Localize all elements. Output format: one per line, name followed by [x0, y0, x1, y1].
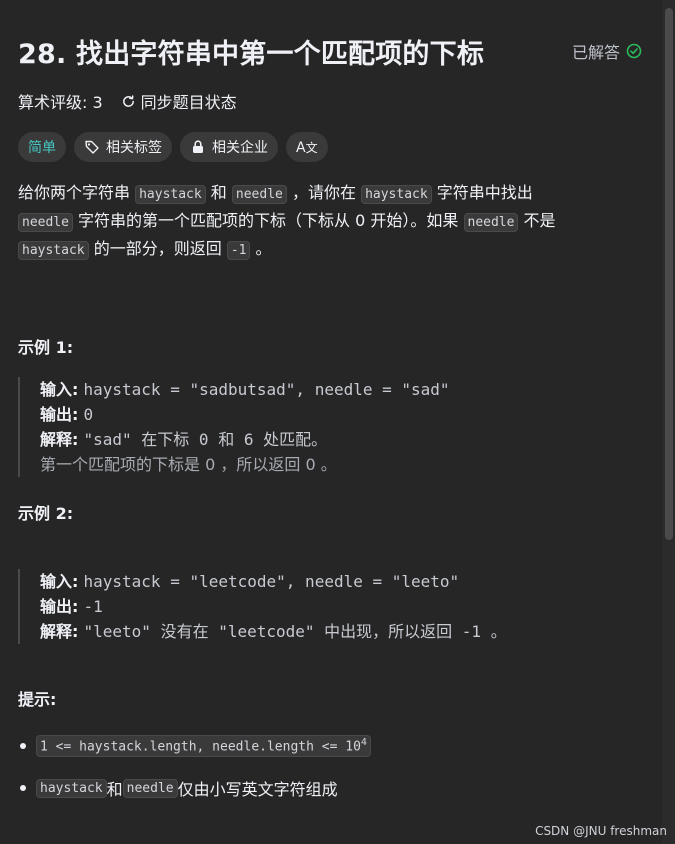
example-2-input: 输入: haystack = "leetcode", needle = "lee… — [40, 572, 460, 591]
bullet — [20, 743, 26, 749]
code-needle: needle — [18, 213, 73, 232]
difficulty-label: 简单 — [28, 140, 56, 156]
hint-item: 1 <= haystack.length, needle.length <= 1… — [18, 732, 371, 760]
related-tags-button[interactable]: 相关标签 — [74, 132, 172, 162]
example-2-block: 输入: haystack = "leetcode", needle = "lee… — [18, 569, 507, 644]
code-haystack: haystack — [361, 185, 432, 204]
example-1-explanation-2: 第一个匹配项的下标是 0 ，所以返回 0 。 — [40, 455, 337, 474]
refresh-icon — [122, 94, 134, 107]
tag-icon — [85, 140, 99, 154]
example-2-explanation: 解释: "leeto" 没有在 "leetcode" 中出现，所以返回 -1 。 — [40, 622, 507, 641]
translate-font-button[interactable]: A文 — [286, 132, 328, 162]
code-needle: needle — [231, 185, 287, 204]
hint-constraint-code: 1 <= haystack.length, needle.length <= 1… — [36, 735, 371, 757]
scrollbar[interactable] — [662, 0, 675, 844]
scrollbar-thumb[interactable] — [665, 8, 673, 540]
translate-icon: A文 — [296, 139, 318, 156]
code-minus-one: -1 — [226, 241, 251, 260]
problem-page: 28. 找出字符串中第一个匹配项的下标 已解答 算术评级: 3 同步题目状态 简… — [0, 0, 675, 844]
title-row: 28. 找出字符串中第一个匹配项的下标 已解答 — [18, 28, 648, 74]
related-tags-label: 相关标签 — [106, 140, 162, 156]
lock-icon — [193, 140, 203, 153]
difficulty-tag[interactable]: 简单 — [18, 132, 66, 162]
solved-status: 已解答 — [572, 39, 642, 63]
problem-title[interactable]: 28. 找出字符串中第一个匹配项的下标 — [18, 32, 484, 71]
problem-statement: 给你两个字符串 haystack 和 needle ，请你在 haystack … — [18, 183, 556, 260]
bullet — [20, 785, 26, 791]
related-companies-button[interactable]: 相关企业 — [180, 132, 278, 162]
example-1-input: 输入: haystack = "sadbutsad", needle = "sa… — [40, 380, 450, 399]
code-needle: needle — [122, 778, 178, 798]
example-2-title: 示例 2: — [18, 504, 74, 523]
example-1-explanation: 解释: "sad" 在下标 0 和 6 处匹配。 — [40, 430, 328, 449]
tags-row: 简单 相关标签 相关企业 A文 — [18, 132, 648, 162]
hints-list: 1 <= haystack.length, needle.length <= 1… — [18, 732, 371, 816]
sync-status-button[interactable]: 同步题目状态 — [121, 89, 237, 113]
code-needle: needle — [463, 213, 519, 232]
example-1-block: 输入: haystack = "sadbutsad", needle = "sa… — [18, 377, 450, 477]
related-companies-label: 相关企业 — [212, 140, 268, 156]
example-1-output: 输出: 0 — [40, 405, 94, 424]
watermark: CSDN @JNU freshman — [535, 824, 667, 838]
solved-label: 已解答 — [571, 43, 620, 62]
example-2-output: 输出: -1 — [40, 597, 103, 616]
code-haystack: haystack — [18, 241, 89, 260]
check-circle-icon — [626, 43, 642, 59]
code-haystack: haystack — [135, 185, 206, 204]
hints-title: 提示: — [18, 690, 57, 709]
hint-item: haystack 和 needle 仅由小写英文字符组成 — [18, 774, 371, 802]
code-haystack: haystack — [36, 778, 107, 798]
sync-label: 同步题目状态 — [140, 93, 237, 112]
rating-label: 算术评级: 3 — [18, 93, 103, 112]
meta-row: 算术评级: 3 同步题目状态 — [18, 88, 648, 114]
example-1-title: 示例 1: — [18, 338, 74, 357]
problem-description-panel: 28. 找出字符串中第一个匹配项的下标 已解答 算术评级: 3 同步题目状态 简… — [18, 28, 648, 799]
